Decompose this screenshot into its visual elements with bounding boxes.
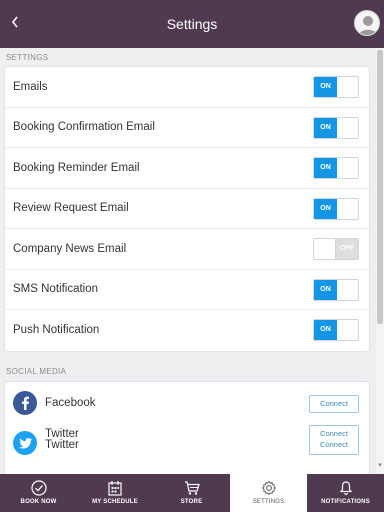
setting-label: SMS Notification [13,283,99,296]
bell-icon [339,481,352,495]
push-toggle[interactable]: ON [313,319,359,341]
facebook-connect-button[interactable]: Connect [309,395,359,413]
tab-label: BOOK NOW [20,499,57,505]
setting-label: Review Request Email [13,202,129,215]
toggle-state-text: ON [314,198,337,219]
setting-row-booking-reminder: Booking Reminder Email ON [5,148,369,189]
settings-section-label: SETTINGS [6,53,49,62]
settings-card: Emails ON Booking Confirmation Email ON … [5,67,369,351]
tab-book-now[interactable]: BOOK NOW [0,474,77,512]
booking-reminder-toggle[interactable]: ON [313,157,359,179]
toggle-state-text: ON [314,77,337,97]
setting-label: Booking Reminder Email [13,161,140,174]
tab-label: STORE [180,499,203,505]
cart-icon [184,481,200,495]
social-row-twitter: Twitter Twitter Connect Connect [5,424,369,464]
tab-my-schedule[interactable]: MY SCHEDULE [77,474,153,512]
settings-content[interactable]: SETTINGS Emails ON Booking Confirmation … [0,48,376,474]
setting-label: Company News Email [13,242,127,255]
app-header: Settings [0,0,384,48]
tab-label: NOTIFICATIONS [321,499,370,505]
twitter-connect-button[interactable]: Connect [309,437,359,455]
scrollbar-thumb[interactable] [377,50,383,324]
scroll-down-icon[interactable]: ▾ [377,462,383,469]
tab-label: MY SCHEDULE [92,499,138,505]
setting-label: Emails [13,80,48,93]
toggle-state-text: ON [314,117,337,138]
avatar[interactable] [354,10,380,36]
twitter-icon [13,431,37,455]
social-row-facebook: Facebook Connect [5,384,369,424]
social-name: Facebook [45,397,96,409]
toggle-state-text: ON [314,158,337,178]
tab-label: SETTINGS [252,499,285,505]
setting-row-emails: Emails ON [5,67,369,108]
booking-confirmation-toggle[interactable]: ON [313,116,359,139]
social-card: Facebook Connect Twitter Twitter Connect… [5,382,369,474]
bottom-tab-bar: BOOK NOW MY SCHEDULE STORE SETTINGS NOTI… [0,474,384,512]
toggle-state-text: OFF [336,239,358,259]
check-circle-icon [30,480,47,496]
tab-notifications[interactable]: NOTIFICATIONS [307,474,384,512]
tab-store[interactable]: STORE [153,474,230,512]
emails-toggle[interactable]: ON [313,76,359,98]
social-section-label: SOCIAL MEDIA [6,367,67,376]
sms-toggle[interactable]: ON [313,278,359,301]
setting-row-push: Push Notification ON [5,310,369,351]
company-news-toggle[interactable]: OFF [313,238,359,260]
calendar-icon [108,481,122,496]
facebook-icon [13,391,37,415]
setting-row-booking-confirmation: Booking Confirmation Email ON [5,108,369,148]
social-name: Twitter [45,439,79,451]
review-request-toggle[interactable]: ON [313,197,359,220]
setting-label: Booking Confirmation Email [13,121,155,134]
setting-row-company-news: Company News Email OFF [5,229,369,270]
tab-settings[interactable]: SETTINGS [230,474,307,512]
setting-row-review-request: Review Request Email ON [5,189,369,229]
toggle-state-text: ON [314,279,337,300]
setting-row-sms: SMS Notification ON [5,270,369,310]
page-title: Settings [166,16,218,32]
toggle-state-text: ON [314,320,337,340]
gear-icon [261,480,276,496]
setting-label: Push Notification [13,324,100,337]
